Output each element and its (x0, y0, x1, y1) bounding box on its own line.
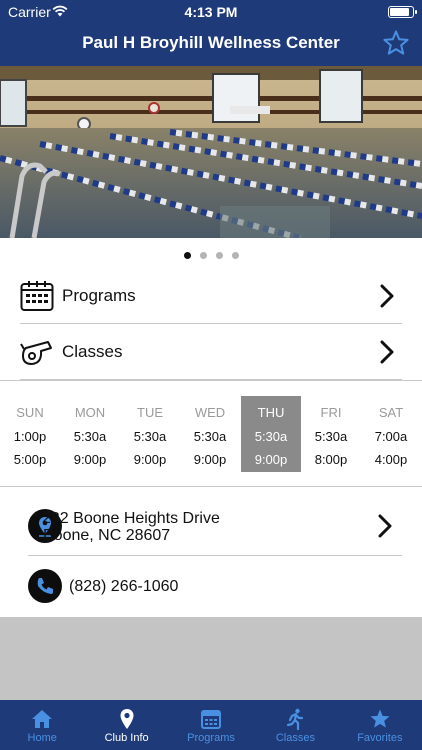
open-time: 5:30a (133, 429, 167, 444)
whistle-icon (20, 341, 52, 365)
status-time: 4:13 PM (184, 4, 238, 20)
classes-label: Classes (62, 342, 123, 361)
day-column-tue: TUE 5:30a 9:00p (120, 396, 180, 472)
tab-bar: Home Club Info Programs Classes Favorite… (0, 700, 422, 750)
close-time: 9:00p (73, 452, 107, 467)
day-column-wed: WED 5:30a 9:00p (180, 396, 240, 472)
day-column-mon: MON 5:30a 9:00p (60, 396, 120, 472)
day-column-thu: THU 5:30a 9:00p (241, 396, 301, 472)
runner-icon (287, 708, 304, 730)
star-outline-icon[interactable] (382, 29, 410, 57)
page-dot[interactable] (231, 252, 239, 259)
day-name: MON (74, 405, 106, 420)
tab-favorites[interactable]: Favorites (338, 700, 422, 750)
open-time: 5:30a (73, 429, 107, 444)
tab-label: Programs (187, 732, 235, 744)
page-dot[interactable] (215, 252, 223, 259)
open-time: 5:30a (254, 429, 288, 444)
day-name: SAT (378, 405, 404, 420)
tab-classes[interactable]: Classes (253, 700, 337, 750)
page-dot[interactable] (199, 252, 207, 259)
status-bar: Carrier 4:13 PM (0, 0, 422, 22)
tab-label: Club Info (104, 732, 149, 744)
tab-programs[interactable]: Programs (169, 700, 253, 750)
battery-icon (388, 6, 417, 18)
open-time: 1:00p (13, 429, 47, 444)
close-time: 4:00p (374, 452, 408, 467)
programs-row[interactable]: Programs (20, 268, 402, 324)
page-dot[interactable] (183, 252, 191, 259)
day-column-fri: FRI 5:30a 8:00p (301, 396, 361, 472)
day-column-sat: SAT 7:00a 4:00p (361, 396, 421, 472)
tab-club-info[interactable]: Club Info (84, 700, 168, 750)
battery-level (390, 8, 409, 16)
day-name: SUN (16, 405, 44, 420)
open-time: 5:30a (193, 429, 227, 444)
tab-label: Classes (275, 732, 315, 744)
carousel-page-indicator[interactable] (0, 252, 422, 262)
phone-number[interactable]: (828) 266-1060 (69, 578, 178, 596)
hero-image[interactable] (0, 66, 422, 238)
classes-row[interactable]: Classes (20, 324, 402, 380)
page-title: Paul H Broyhill Wellness Center (82, 33, 340, 52)
day-name: TUE (137, 405, 163, 420)
tab-home[interactable]: Home (0, 700, 84, 750)
address-line-2: Boone, NC 28607 (43, 527, 171, 544)
calendar-icon (201, 710, 222, 729)
location-pin-icon (120, 709, 134, 729)
address-line-1: 232 Boone Heights Drive (42, 510, 220, 527)
phone-icon (28, 569, 62, 603)
day-column-sun: SUN 1:00p 5:00p (0, 396, 60, 472)
close-time: 9:00p (133, 452, 167, 467)
nav-header: Carrier 4:13 PM Paul H Broyhill Wellness… (0, 0, 422, 66)
chevron-right-icon (380, 340, 394, 364)
programs-label: Programs (62, 286, 136, 305)
open-time: 7:00a (374, 429, 408, 444)
open-time: 5:30a (314, 429, 348, 444)
day-name: THU (257, 405, 285, 420)
empty-area (0, 617, 422, 700)
home-icon (32, 710, 53, 728)
chevron-right-icon (380, 284, 394, 308)
chevron-right-icon (378, 514, 392, 538)
close-time: 5:00p (13, 452, 47, 467)
close-time: 9:00p (193, 452, 227, 467)
calendar-icon (20, 281, 54, 311)
star-icon (370, 709, 390, 728)
day-name: FRI (320, 405, 342, 420)
close-time: 9:00p (254, 452, 288, 467)
hours-table: SUN 1:00p 5:00p MON 5:30a 9:00p TUE 5:30… (0, 380, 422, 487)
tab-label: Home (27, 732, 57, 744)
day-name: WED (194, 405, 226, 420)
tab-label: Favorites (357, 732, 403, 744)
close-time: 8:00p (314, 452, 348, 467)
